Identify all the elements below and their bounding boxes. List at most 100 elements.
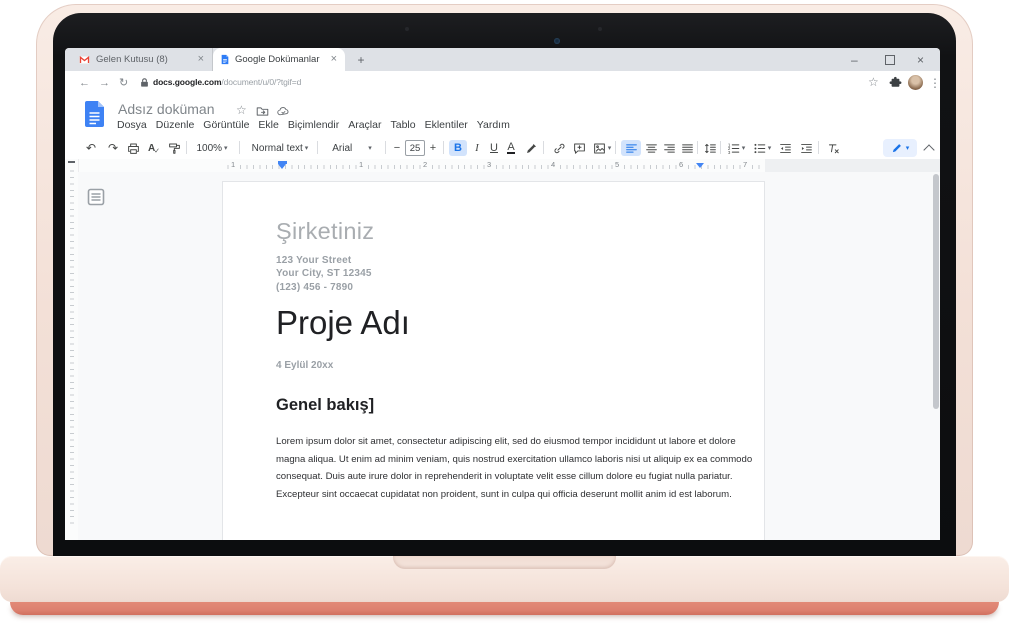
zoom-select[interactable]: 100% ▾ — [191, 140, 233, 156]
increase-font-size-icon[interactable]: + — [427, 140, 439, 156]
document-page[interactable]: Şirketiniz 123 Your Street Your City, ST… — [222, 181, 765, 540]
menu-duzenle[interactable]: Düzenle — [156, 119, 195, 131]
undo-icon[interactable]: ↶ — [83, 140, 99, 156]
cloud-status-icon[interactable] — [277, 105, 290, 118]
tab-docs[interactable]: Google Dokümanlar × — [213, 48, 345, 71]
text-color-button[interactable]: A — [504, 140, 518, 156]
scrollbar-thumb[interactable] — [933, 174, 939, 409]
tab-gmail[interactable]: Gelen Kutusu (8) × — [71, 48, 213, 71]
forward-icon[interactable]: → — [99, 75, 110, 91]
section-heading: Genel bakış] — [276, 396, 374, 415]
chevron-down-icon: ▾ — [741, 145, 746, 152]
decrease-indent-icon[interactable] — [777, 140, 793, 156]
document-outline-icon[interactable] — [87, 188, 105, 206]
vertical-ruler — [65, 159, 79, 540]
chrome-menu-icon[interactable]: ⋮ — [929, 75, 940, 91]
back-icon[interactable]: ← — [79, 75, 90, 91]
move-folder-icon[interactable] — [256, 105, 269, 118]
browser-tab-strip: Gelen Kutusu (8) × Google Dokümanlar × +… — [65, 48, 940, 71]
redo-icon[interactable]: ↷ — [105, 140, 121, 156]
text-cursor: ] — [368, 396, 375, 414]
body-paragraph: Lorem ipsum dolor sit amet, consectetur … — [276, 433, 752, 503]
font-select[interactable]: Arial ▾ — [323, 140, 381, 156]
sensor-dot — [598, 27, 602, 31]
maximize-button[interactable] — [885, 48, 895, 71]
right-indent-marker[interactable] — [696, 163, 704, 172]
docs-favicon — [221, 54, 229, 65]
chevron-down-icon: ▾ — [304, 145, 309, 152]
menu-eklentiler[interactable]: Eklentiler — [425, 119, 468, 131]
underline-button[interactable]: U — [487, 140, 501, 156]
menu-goruntule[interactable]: Görüntüle — [203, 119, 249, 131]
menu-dosya[interactable]: Dosya — [117, 119, 147, 131]
spellcheck-icon[interactable]: A ✓ — [145, 140, 163, 156]
decrease-font-size-icon[interactable]: − — [391, 140, 403, 156]
align-right-button[interactable] — [661, 140, 677, 156]
italic-button[interactable]: I — [470, 140, 484, 156]
docs-app-icon[interactable] — [84, 100, 105, 128]
insert-link-icon[interactable] — [551, 140, 567, 156]
clear-formatting-icon[interactable] — [824, 140, 842, 156]
font-size-field[interactable]: 25 — [405, 140, 425, 156]
menu-tablo[interactable]: Tablo — [390, 119, 415, 131]
docs-header: Adsız doküman ☆ Dosya Düzenle Görüntüle … — [65, 95, 940, 175]
ruler-label: 4 — [549, 160, 558, 169]
new-tab-button[interactable]: + — [353, 52, 369, 68]
ruler-label: 6 — [677, 160, 686, 169]
print-icon[interactable] — [125, 140, 141, 156]
minimize-button[interactable]: – — [851, 48, 858, 71]
menu-araclar[interactable]: Araçlar — [348, 119, 381, 131]
vertical-ruler-marker — [68, 161, 75, 163]
close-button[interactable]: × — [917, 48, 924, 71]
address-line: (123) 456 - 7890 — [276, 281, 354, 293]
menu-bicimlendir[interactable]: Biçimlendir — [288, 119, 339, 131]
numbered-list-button[interactable]: 1 2 3 ▾ — [725, 140, 747, 156]
align-center-button[interactable] — [643, 140, 659, 156]
menu-yardim[interactable]: Yardım — [477, 119, 510, 131]
company-name-text: Şirketiniz — [276, 218, 375, 244]
highlight-color-icon[interactable] — [523, 140, 539, 156]
align-justify-button[interactable] — [679, 140, 695, 156]
paragraph-line: magna aliqua. Ut enim ad minim veniam, q… — [276, 453, 753, 465]
chevron-down-icon: ▾ — [607, 145, 612, 152]
address-line: 123 Your Street — [276, 255, 352, 266]
line-spacing-icon[interactable] — [702, 140, 718, 156]
date-text: 4 Eylül 20xx — [276, 360, 334, 371]
chevron-down-icon: ▾ — [767, 145, 772, 152]
bulleted-list-button[interactable]: ▾ — [751, 140, 773, 156]
laptop-lid-notch — [393, 556, 616, 569]
url-field[interactable]: docs.google.com/document/u/0/?tgif=d — [153, 77, 301, 87]
star-document-icon[interactable]: ☆ — [236, 103, 247, 117]
tab-label: Google Dokümanlar — [235, 54, 320, 65]
hide-menus-chevron-icon[interactable] — [923, 144, 935, 156]
laptop-base-edge — [10, 602, 999, 615]
extensions-puzzle-icon[interactable] — [889, 76, 902, 89]
tab-close-icon[interactable]: × — [331, 54, 337, 65]
gmail-icon — [79, 55, 90, 64]
project-title-text: Proje Adı — [276, 304, 410, 341]
ruler-label: 7 — [741, 160, 750, 169]
chevron-down-icon: ▾ — [905, 145, 910, 152]
ruler-label: 1 — [229, 160, 238, 169]
editing-mode-button[interactable]: ▾ — [883, 139, 917, 157]
reload-icon[interactable]: ↻ — [119, 75, 128, 91]
document-title[interactable]: Adsız doküman — [118, 101, 215, 117]
chevron-down-icon: ▾ — [368, 145, 372, 152]
paint-format-icon[interactable] — [166, 140, 182, 156]
increase-indent-icon[interactable] — [798, 140, 814, 156]
ruler-label: 5 — [613, 160, 622, 169]
url-path: /document/u/0/?tgif=d — [221, 77, 302, 87]
insert-image-icon[interactable]: ▾ — [591, 140, 613, 156]
bold-button[interactable]: B — [449, 140, 467, 156]
paragraph-line: Lorem ipsum dolor sit amet, consectetur … — [276, 436, 736, 447]
tab-close-icon[interactable]: × — [198, 54, 204, 65]
url-domain: docs.google.com — [153, 77, 222, 87]
add-comment-icon[interactable] — [571, 140, 587, 156]
ruler-label: 3 — [485, 160, 494, 169]
paragraph-style-select[interactable]: Normal text ▾ — [247, 140, 313, 156]
chrome-profile-avatar[interactable] — [908, 75, 923, 90]
menu-ekle[interactable]: Ekle — [258, 119, 278, 131]
bookmark-star-icon[interactable]: ☆ — [868, 74, 879, 90]
paragraph-line: consequat. Duis aute irure dolor in repr… — [276, 471, 733, 483]
align-left-button[interactable] — [621, 140, 641, 156]
